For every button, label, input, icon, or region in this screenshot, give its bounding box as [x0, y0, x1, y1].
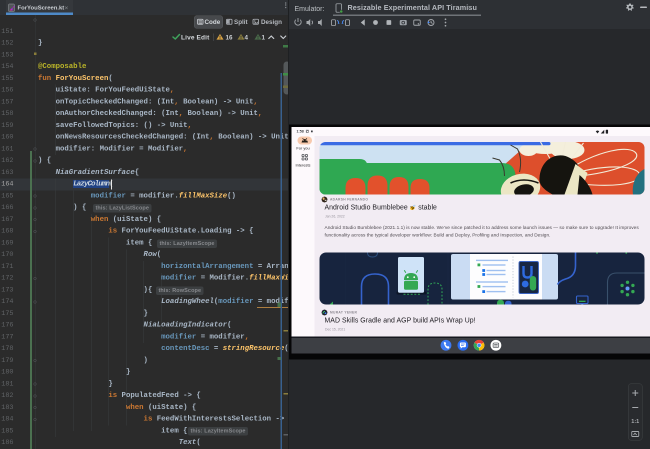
svg-text:1:1: 1:1: [631, 419, 639, 425]
